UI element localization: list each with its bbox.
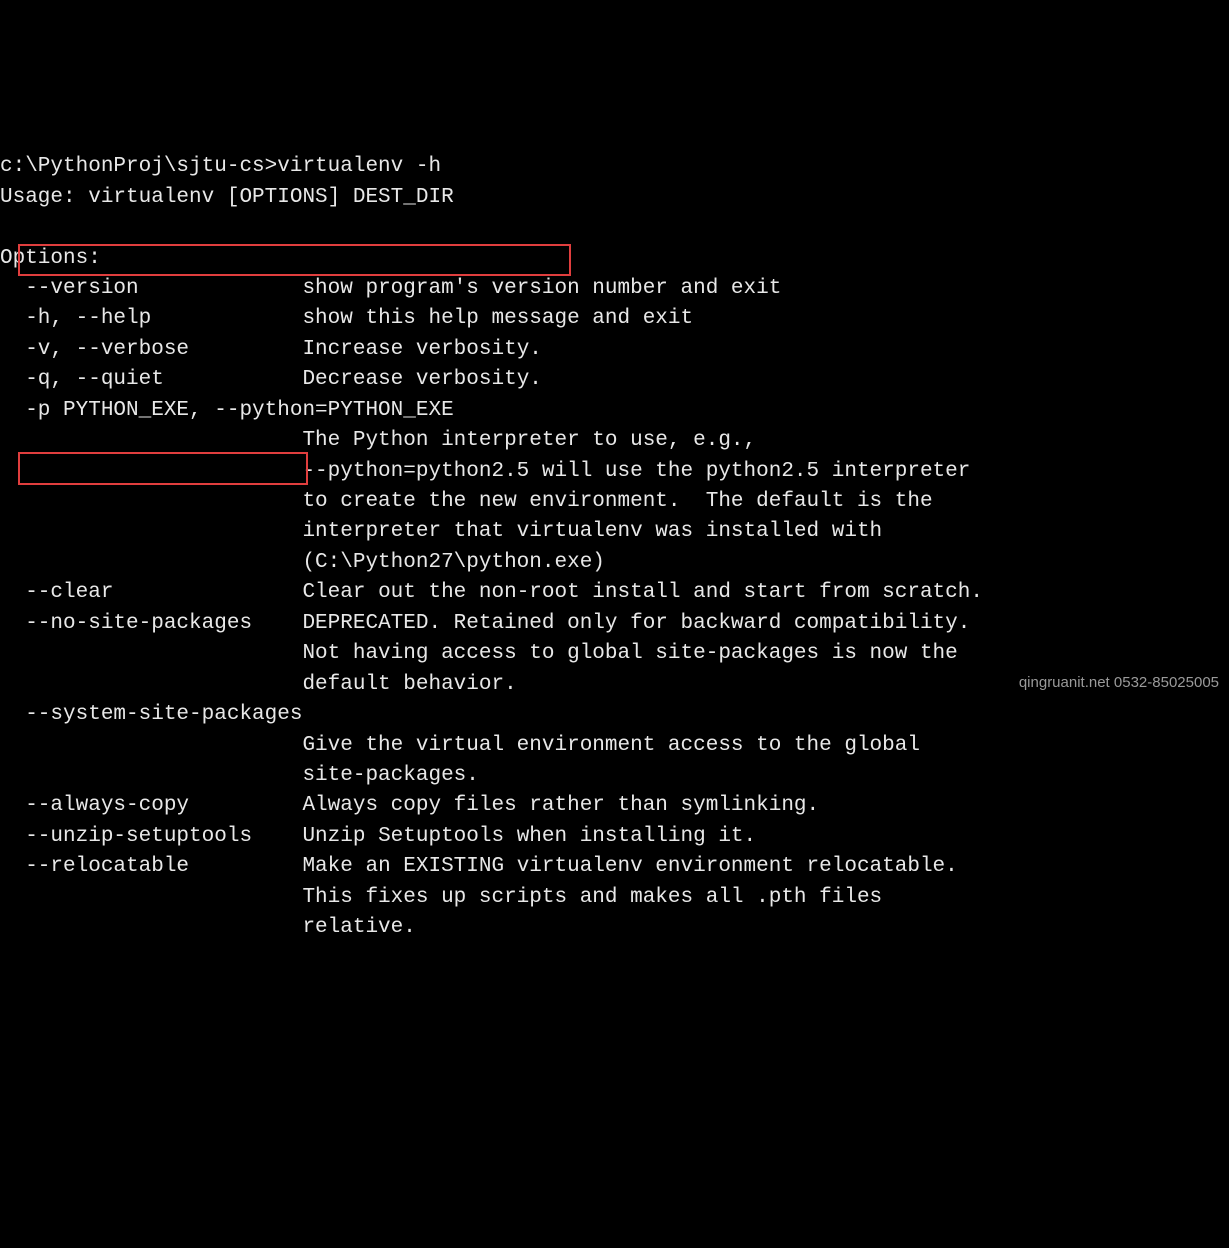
opt-syssite-desc1: Give the virtual environment access to t… [0,734,920,757]
opt-clear-flag: --clear [0,581,302,604]
opt-quiet-flag: -q, --quiet [0,368,302,391]
opt-always-flag: --always-copy [0,794,302,817]
opt-python-desc3: to create the new environment. The defau… [0,490,933,513]
opt-reloc-desc1: Make an EXISTING virtualenv environment … [302,855,957,878]
opt-reloc-desc2: This fixes up scripts and makes all .pth… [0,886,882,909]
opt-nosite-desc1: DEPRECATED. Retained only for backward c… [302,612,970,635]
prompt-line[interactable]: c:\PythonProj\sjtu-cs>virtualenv -h [0,155,441,178]
opt-nosite-flag: --no-site-packages [0,612,302,635]
opt-nosite-desc3: default behavior. [0,673,517,696]
opt-python-desc5: (C:\Python27\python.exe) [0,551,605,574]
opt-reloc-flag: --relocatable [0,855,302,878]
opt-nosite-desc2: Not having access to global site-package… [0,642,958,665]
usage-line: Usage: virtualenv [OPTIONS] DEST_DIR [0,186,454,209]
opt-help-desc: show this help message and exit [302,307,693,330]
opt-reloc-desc3: relative. [0,916,416,939]
opt-clear-desc: Clear out the non-root install and start… [302,581,983,604]
opt-syssite-flag: --system-site-packages [0,703,302,726]
opt-version-flag: --version [0,277,302,300]
terminal-output: c:\PythonProj\sjtu-cs>virtualenv -h Usag… [0,122,1229,944]
opt-verbose-flag: -v, --verbose [0,338,302,361]
opt-unzip-flag: --unzip-setuptools [0,825,302,848]
opt-syssite-desc2: site-packages. [0,764,479,787]
opt-version-desc: show program's version number and exit [302,277,781,300]
opt-python-desc4: interpreter that virtualenv was installe… [0,520,882,543]
opt-python-flag: -p PYTHON_EXE, --python=PYTHON_EXE [0,399,454,422]
opt-python-desc1: The Python interpreter to use, e.g., [0,429,756,452]
watermark-text: qingruanit.net 0532-85025005 [1019,672,1219,694]
opt-help-flag: -h, --help [0,307,302,330]
opt-python-desc2: --python=python2.5 will use the python2.… [0,460,970,483]
options-header: Options: [0,247,101,270]
opt-verbose-desc: Increase verbosity. [302,338,541,361]
opt-always-desc: Always copy files rather than symlinking… [302,794,819,817]
opt-quiet-desc: Decrease verbosity. [302,368,541,391]
opt-unzip-desc: Unzip Setuptools when installing it. [302,825,756,848]
